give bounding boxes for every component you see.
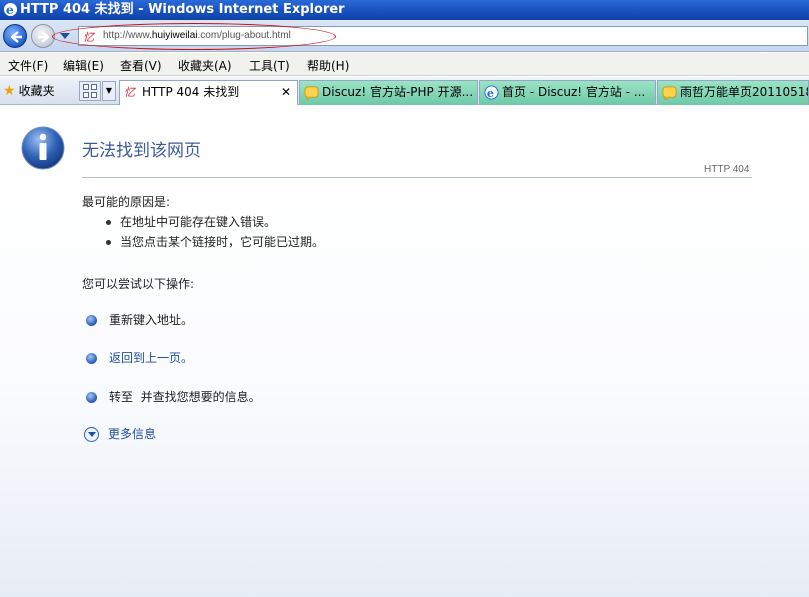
tab-list-dropdown[interactable]: ▼ xyxy=(102,81,116,101)
quick-tabs-grid-icon xyxy=(83,84,89,90)
bullet-dot-icon xyxy=(106,240,111,245)
http-status-code: HTTP 404 xyxy=(704,164,750,175)
expand-chevron-icon xyxy=(84,427,99,442)
action-go-back-link[interactable]: 返回到上一页。 xyxy=(86,349,193,366)
back-button[interactable] xyxy=(3,24,27,48)
close-tab-icon[interactable]: ✕ xyxy=(281,81,291,104)
title-divider xyxy=(82,177,752,178)
action-retype-address: 重新键入地址。 xyxy=(86,311,193,328)
svg-text:e: e xyxy=(6,3,14,17)
reason-item: 当您点击某个链接时，它可能已过期。 xyxy=(106,233,324,250)
site-favicon: 忆 xyxy=(83,31,94,44)
menu-favorites[interactable]: 收藏夹(A) xyxy=(178,57,232,74)
address-bar-row: 忆 http://www.huiyiweilai.com/plug-about.… xyxy=(0,20,809,52)
forward-arrow-icon xyxy=(38,31,50,43)
bullet-dot-icon xyxy=(106,220,111,225)
reasons-heading: 最可能的原因是: xyxy=(82,195,171,209)
bullet-orb-icon xyxy=(86,315,97,326)
page-content: 无法找到该网页 HTTP 404 最可能的原因是: 在地址中可能存在键入错误。 … xyxy=(0,106,809,597)
huiyi-favicon-icon: 忆 xyxy=(124,86,135,99)
ie-icon: e xyxy=(484,85,499,100)
menu-file[interactable]: 文件(F) xyxy=(8,57,48,74)
bullet-orb-icon xyxy=(86,392,97,403)
tab-http-404[interactable]: 忆 HTTP 404 未找到 ✕ xyxy=(119,80,298,105)
window-title: HTTP 404 未找到 - Windows Internet Explorer xyxy=(20,2,345,17)
actions-heading: 您可以尝试以下操作: xyxy=(82,277,195,291)
action-go-to: 转至 并查找您想要的信息。 xyxy=(86,388,261,405)
tab-discuz-home[interactable]: e 首页 - Discuz! 官方站 - ... xyxy=(479,80,656,105)
address-input[interactable]: 忆 http://www.huiyiweilai.com/plug-about.… xyxy=(78,26,808,46)
discuz-icon xyxy=(304,86,319,100)
star-icon: ★ xyxy=(3,83,16,99)
quick-tabs-button[interactable] xyxy=(79,81,101,101)
tab-bar: ★ 收藏夹 ▼ 忆 HTTP 404 未找到 ✕ Discuz! 官方站-PHP … xyxy=(0,77,809,105)
menu-help[interactable]: 帮助(H) xyxy=(307,57,349,74)
menu-bar: 文件(F) 编辑(E) 查看(V) 收藏夹(A) 工具(T) 帮助(H) xyxy=(0,53,809,76)
menu-edit[interactable]: 编辑(E) xyxy=(63,57,104,74)
info-icon xyxy=(21,126,65,170)
menu-tools[interactable]: 工具(T) xyxy=(249,57,290,74)
tab-discuz-php[interactable]: Discuz! 官方站-PHP 开源... xyxy=(299,80,478,105)
tab-yuzhe[interactable]: 雨哲万能单页20110518 xyxy=(657,80,809,105)
bullet-orb-icon xyxy=(86,353,97,364)
window-title-bar: e HTTP 404 未找到 - Windows Internet Explor… xyxy=(0,0,809,20)
forward-button[interactable] xyxy=(31,24,55,48)
ie-icon: e xyxy=(3,2,18,17)
recent-pages-dropdown-icon[interactable] xyxy=(58,30,72,42)
page-title: 无法找到该网页 xyxy=(82,141,201,161)
reason-item: 在地址中可能存在键入错误。 xyxy=(106,213,276,230)
more-info-link[interactable]: 更多信息 xyxy=(84,425,156,442)
discuz-icon xyxy=(662,86,677,100)
back-arrow-icon xyxy=(10,31,22,43)
menu-view[interactable]: 查看(V) xyxy=(120,57,162,74)
favorites-button[interactable]: ★ 收藏夹 xyxy=(3,82,55,99)
address-url: http://www.huiyiweilai.com/plug-about.ht… xyxy=(103,30,291,41)
svg-text:e: e xyxy=(487,86,494,100)
